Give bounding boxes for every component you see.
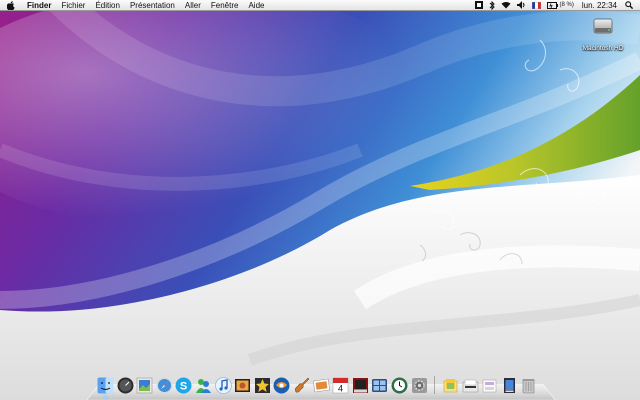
pages-stack-icon[interactable]: [501, 377, 518, 394]
desktop-icon-label: Macintosh HD: [582, 45, 624, 52]
menu-extras: (8 %) lun. 22:34: [472, 0, 640, 11]
trash-icon[interactable]: [520, 377, 537, 394]
battery-percentage: (8 %): [559, 2, 574, 8]
dock-separator: [434, 376, 436, 394]
menu-bar: Finder Fichier Édition Présentation Alle…: [0, 0, 640, 11]
system-preferences-icon[interactable]: [411, 377, 428, 394]
iphoto-icon[interactable]: [234, 377, 251, 394]
ical-icon[interactable]: 4: [332, 377, 349, 394]
documents-stack-icon[interactable]: [462, 377, 479, 394]
volume-icon[interactable]: [516, 0, 526, 11]
apple-icon[interactable]: [7, 0, 16, 10]
iweb-icon[interactable]: [273, 377, 290, 394]
spotlight-icon[interactable]: [625, 0, 633, 11]
menu-presentation[interactable]: Présentation: [125, 0, 180, 11]
desktop-icon-macintosh-hd[interactable]: Macintosh HD: [578, 15, 628, 55]
preview-photos-icon[interactable]: [312, 377, 330, 394]
svg-text:S: S: [180, 381, 187, 393]
running-indicator: [104, 396, 107, 399]
ical-date: 4: [338, 384, 343, 394]
desktop[interactable]: Finder Fichier Édition Présentation Alle…: [0, 0, 640, 400]
safari-icon[interactable]: [156, 377, 173, 394]
photo-booth-icon[interactable]: [352, 377, 369, 394]
menu-finder[interactable]: Finder: [22, 0, 56, 11]
applications-stack-icon[interactable]: [442, 377, 459, 394]
flag-fr-icon[interactable]: [531, 0, 541, 11]
wallpaper: [0, 0, 640, 400]
bluetooth-icon[interactable]: [489, 0, 495, 11]
spaces-icon[interactable]: [371, 377, 388, 394]
battery-icon[interactable]: (8 %): [546, 0, 574, 11]
preview-icon[interactable]: [136, 377, 153, 394]
skype-icon[interactable]: S: [175, 377, 192, 394]
wifi-icon[interactable]: [501, 0, 511, 11]
time-machine-icon[interactable]: [391, 377, 408, 394]
menu-aide[interactable]: Aide: [243, 0, 269, 11]
menu-fenetre[interactable]: Fenêtre: [206, 0, 244, 11]
hard-drive-icon: [592, 15, 614, 37]
imovie-icon[interactable]: [254, 377, 271, 394]
menu-fichier[interactable]: Fichier: [56, 0, 90, 11]
messenger-icon[interactable]: [195, 377, 212, 394]
finder-icon[interactable]: [97, 377, 114, 399]
menu-clock[interactable]: lun. 22:34: [582, 1, 617, 10]
menu-edition[interactable]: Édition: [90, 0, 124, 11]
garageband-icon[interactable]: [293, 377, 310, 394]
itunes-icon[interactable]: [214, 377, 232, 394]
dock: S 4: [87, 368, 555, 400]
downloads-stack-icon[interactable]: [481, 377, 498, 394]
scripts-icon[interactable]: [474, 0, 483, 11]
dashboard-icon[interactable]: [117, 377, 134, 394]
menu-aller[interactable]: Aller: [180, 0, 206, 11]
dock-icons: S 4: [97, 372, 540, 399]
